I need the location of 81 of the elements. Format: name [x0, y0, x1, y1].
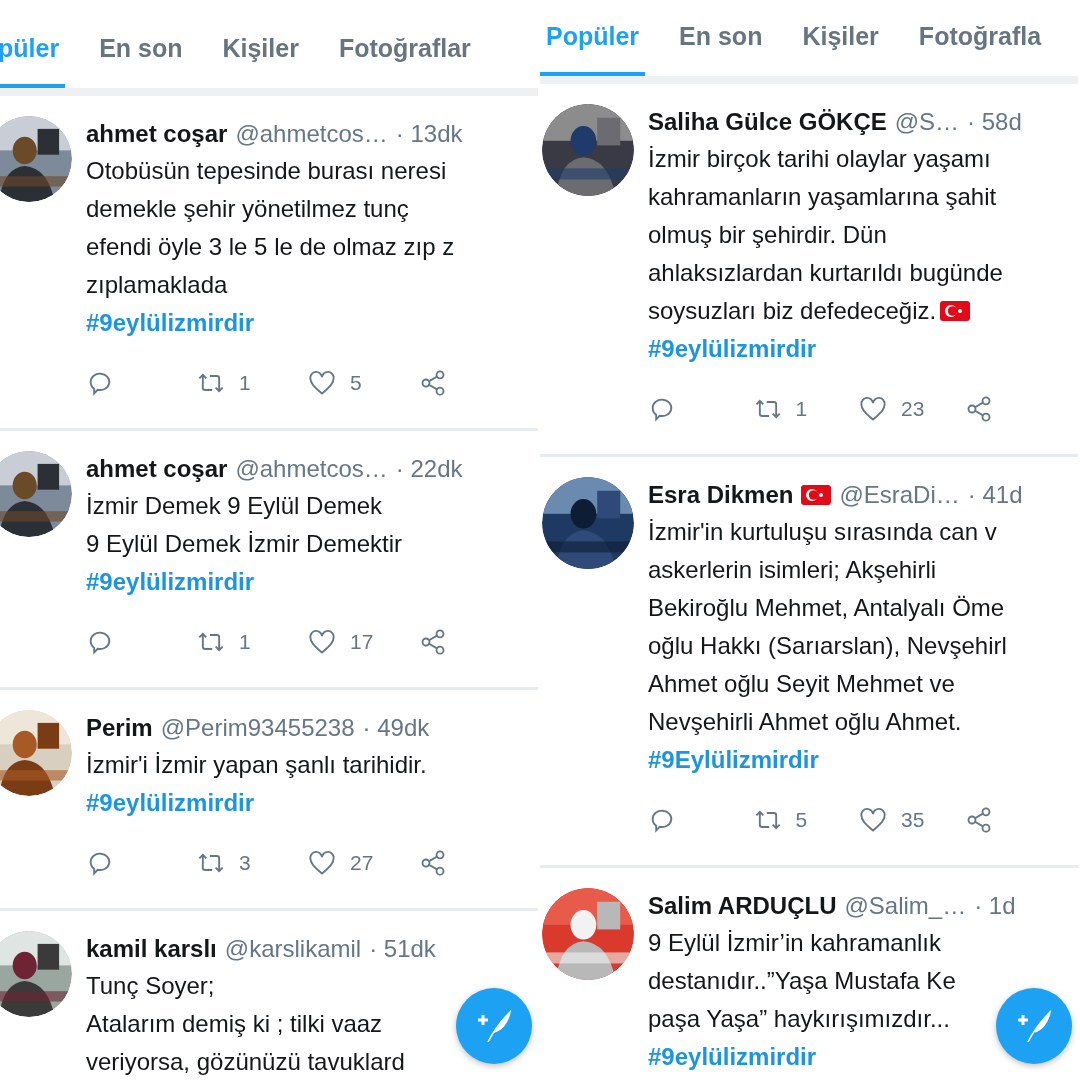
- tweet-text: ahlaksızlardan kurtarıldı bugünde: [648, 258, 1003, 288]
- compose-button[interactable]: [996, 988, 1072, 1064]
- tweet-text: Ahmet oğlu Seyit Mehmet ve: [648, 669, 955, 699]
- timestamp: · 13dk: [395, 120, 463, 148]
- tab[interactable]: Popüler: [540, 0, 646, 76]
- tab[interactable]: Kişiler: [216, 12, 305, 88]
- tweet-text: veriyorsa, gözünüzü tavuklard: [86, 1047, 405, 1077]
- tab[interactable]: En son: [673, 0, 769, 76]
- like-count: 27: [350, 851, 374, 875]
- author-handle: @EsraDi…: [839, 481, 960, 509]
- retweet-count: 1: [239, 371, 251, 395]
- author-handle: @karslikamil: [224, 935, 362, 963]
- retweet-count: 1: [795, 397, 808, 421]
- timestamp: · 41d: [967, 481, 1023, 509]
- author-name: kamil karslı: [86, 935, 217, 963]
- heart-icon[interactable]: [308, 628, 336, 656]
- tweet-text: kahramanların yaşamlarına şahit: [648, 182, 997, 212]
- author-name: ahmet coşar: [86, 455, 228, 483]
- tab[interactable]: Fotoğraflar: [332, 12, 477, 88]
- tweet-text: İzmir Demek 9 Eylül Demek: [86, 491, 383, 521]
- tweet-text: Atalarım demiş ki ; tilki vaaz: [86, 1009, 383, 1039]
- tweet-text: 9 Eylül Demek İzmir Demektir: [86, 529, 403, 559]
- share-icon[interactable]: [419, 849, 447, 877]
- tweet-text: Bekiroğlu Mehmet, Antalyalı Öme: [648, 593, 1005, 623]
- author-name: Salim ARDUÇLU: [648, 892, 837, 920]
- hashtag-link[interactable]: #9eylülizmirdir: [86, 568, 255, 595]
- tweet-text: İzmir birçok tarihi olaylar yaşamı: [648, 144, 991, 174]
- like-count: 23: [901, 397, 925, 421]
- author-name: Perim: [86, 714, 153, 742]
- heart-icon[interactable]: [859, 395, 887, 423]
- tweet-text: efendi öyle 3 le 5 le de olmaz zıp z: [86, 232, 455, 262]
- tweet-text: demekle şehir yönetilmez tunç: [86, 194, 409, 224]
- hashtag-link[interactable]: #9Eylülizmirdir: [648, 746, 819, 773]
- heart-icon[interactable]: [308, 849, 336, 877]
- timestamp: · 58d: [967, 108, 1022, 136]
- author-handle: @Salim_…: [844, 892, 967, 920]
- tweet-text: 9 Eylül İzmir’in kahramanlık: [648, 928, 941, 958]
- share-icon[interactable]: [419, 628, 447, 656]
- timestamp: · 1d: [974, 892, 1016, 920]
- timestamp: · 49dk: [362, 714, 430, 742]
- hashtag-link[interactable]: #9eylülizmirdir: [648, 1043, 817, 1070]
- retweet-count: 3: [239, 851, 251, 875]
- heart-icon[interactable]: [308, 369, 336, 397]
- tweet-text: Nevşehirli Ahmet oğlu Ahmet.: [648, 707, 962, 737]
- heart-icon[interactable]: [859, 806, 887, 834]
- compose-button[interactable]: [456, 988, 532, 1064]
- author-handle: @ahmetcos…: [235, 455, 388, 483]
- tab[interactable]: Fotoğrafla: [912, 0, 1048, 76]
- tweet-text: soysuzları biz defedeceğiz.: [648, 296, 937, 326]
- flag-icon: [940, 301, 971, 321]
- tweet-text: zıplamaklada: [86, 270, 228, 300]
- hashtag-link[interactable]: #9eylülizmirdir: [86, 309, 255, 336]
- author-handle: @S…: [894, 108, 960, 136]
- author-name: Esra Dikmen: [648, 481, 794, 509]
- tweet-text: paşa Yaşa” haykırışımızdır...: [648, 1004, 950, 1034]
- author-handle: @ahmetcos…: [235, 120, 388, 148]
- tweet-text: Tunç Soyer;: [86, 971, 215, 1001]
- flag-icon: [801, 485, 832, 505]
- share-icon[interactable]: [419, 369, 447, 397]
- timestamp: · 51dk: [369, 935, 436, 963]
- author-name: Saliha Gülce GÖKÇE: [648, 108, 887, 136]
- like-count: 35: [901, 808, 925, 832]
- author-handle: @Perim93455238: [160, 714, 355, 742]
- hashtag-link[interactable]: #9eylülizmirdir: [86, 789, 255, 816]
- tab[interactable]: Kişiler: [796, 0, 885, 76]
- tab[interactable]: En son: [93, 12, 189, 88]
- like-count: 5: [350, 371, 362, 395]
- timestamp: · 22dk: [395, 455, 463, 483]
- tweet-text: askerlerin isimleri; Akşehirli: [648, 555, 937, 585]
- tab[interactable]: püler: [0, 12, 66, 88]
- tweet-text: olmuş bir şehirdir. Dün: [648, 220, 887, 250]
- tweet-text: Otobüsün tepesinde burası neresi: [86, 156, 447, 186]
- like-count: 17: [350, 630, 374, 654]
- tweet-text: İzmir'in kurtuluşu sırasında can v: [648, 517, 997, 547]
- tweet-text: İzmir'i İzmir yapan şanlı tarihidir.: [86, 750, 427, 780]
- tweet-text: destanıdır..”Yaşa Mustafa Ke: [648, 966, 956, 996]
- retweet-count: 5: [795, 808, 808, 832]
- tweet-text: oğlu Hakkı (Sarıarslan), Nevşehirl: [648, 631, 1007, 661]
- retweet-count: 1: [239, 630, 251, 654]
- author-name: ahmet coşar: [86, 120, 228, 148]
- hashtag-link[interactable]: #9eylülizmirdir: [648, 335, 817, 362]
